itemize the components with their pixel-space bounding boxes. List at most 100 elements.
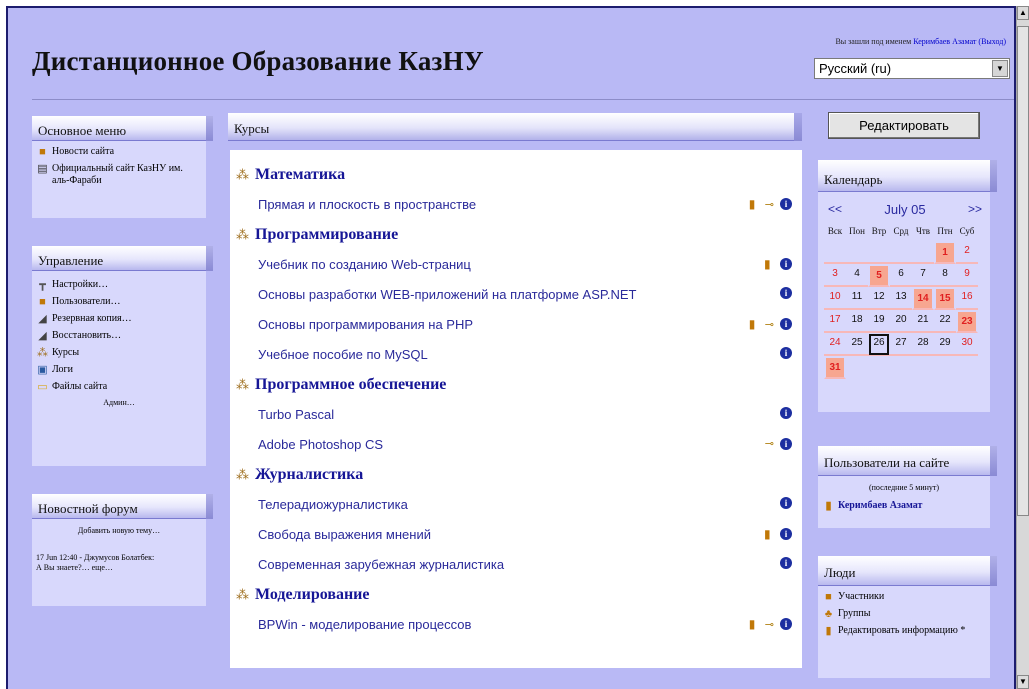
calendar-empty-cell [824,241,846,264]
calendar-day: 11 [846,287,868,310]
courses-header: Курсы [228,113,802,141]
info-icon[interactable]: i [780,287,792,299]
course-link[interactable]: Основы разработки WEB-приложений на плат… [258,287,636,302]
course-link[interactable]: Современная зарубежная журналистика [258,557,504,572]
people-item-participants[interactable]: ■ Участники [822,591,986,603]
course-category[interactable]: ⁂ Моделирование [236,586,370,604]
admin-item-courses[interactable]: ⁂ Курсы [36,347,202,359]
teacher-icon[interactable]: ▮ [764,257,774,271]
calendar-day: 9 [956,264,978,287]
admin-item-restore[interactable]: ◢ Восстановить… [36,330,202,342]
logout-link[interactable]: (Выход) [978,37,1006,46]
calendar-day: 6 [890,264,912,287]
info-icon[interactable]: i [780,347,792,359]
login-info: Вы зашли под именем Керимбаев Азамат (Вы… [835,37,1006,46]
info-icon[interactable]: i [780,557,792,569]
calendar-day[interactable]: 23 [956,310,978,333]
scroll-down-icon[interactable]: ▼ [1017,675,1029,689]
calendar-day[interactable]: 1 [934,241,956,264]
calendar-day[interactable]: 31 [824,356,846,379]
courses-icon: ⁂ [37,347,48,359]
teacher-icon[interactable]: ▮ [749,617,759,631]
calendar-day: 22 [934,310,956,333]
category-name[interactable]: Моделирование [255,586,370,603]
calendar-weekday: Птн [937,226,953,236]
people-item-groups[interactable]: ♣ Группы [822,608,986,620]
course-category[interactable]: ⁂ Программное обеспечение [236,376,446,394]
category-icon: ⁂ [236,467,249,482]
course-link[interactable]: Turbo Pascal [258,407,334,422]
calendar-day: 28 [912,333,934,356]
category-name[interactable]: Журналистика [255,466,363,483]
menu-item-official-site[interactable]: ▤ Официальный сайт КазНУ им. аль-Фараби [36,163,202,187]
vertical-scrollbar[interactable]: ▲ ▼ [1016,6,1029,689]
calendar-weekday: Чтв [915,226,931,236]
menu-item-news[interactable]: ■ Новости сайта [36,146,202,158]
info-icon[interactable]: i [780,497,792,509]
admin-item-files[interactable]: ▭ Файлы сайта [36,381,202,393]
login-user-link[interactable]: Керимбаев Азамат [913,37,976,46]
site-title: Дистанционное Образование КазНУ [32,46,484,76]
calendar-today: 26 [868,333,890,356]
teacher-icon[interactable]: ▮ [749,317,759,331]
teacher-icon[interactable]: ▮ [764,527,774,541]
calendar-day[interactable]: 15 [934,287,956,310]
forum-post-text[interactable]: А Вы знаете?… еще… [36,563,202,573]
calendar-next-link[interactable]: >> [968,202,982,217]
admin-item-settings[interactable]: ┳ Настройки… [36,279,202,291]
course-link[interactable]: Основы программирования на PHP [258,317,473,332]
calendar-prev-link[interactable]: << [828,202,842,217]
course-category[interactable]: ⁂ Журналистика [236,466,363,484]
key-icon[interactable]: ⊸ [765,318,774,331]
category-icon: ⁂ [236,227,249,242]
scroll-up-icon[interactable]: ▲ [1017,6,1029,20]
restore-icon: ◢ [38,330,47,342]
calendar-month[interactable]: July 05 [884,202,925,217]
key-icon[interactable]: ⊸ [765,437,774,450]
key-icon[interactable]: ⊸ [765,618,774,631]
admin-item-backup[interactable]: ◢ Резервная копия… [36,313,202,325]
category-icon: ⁂ [236,167,249,182]
info-icon[interactable]: i [780,618,792,630]
teacher-icon[interactable]: ▮ [749,197,759,211]
course-link[interactable]: Adobe Photoshop CS [258,437,383,452]
language-select[interactable]: Русский (ru) ▼ [814,58,1010,79]
category-name[interactable]: Математика [255,166,345,183]
calendar-weekday: Втр [871,226,887,236]
course-link[interactable]: Прямая и плоскость в пространстве [258,197,476,212]
info-icon[interactable]: i [780,258,792,270]
calendar-day[interactable]: 14 [912,287,934,310]
info-icon[interactable]: i [780,198,792,210]
category-name[interactable]: Программирование [255,226,398,243]
course-link[interactable]: Свобода выражения мнений [258,527,431,542]
calendar-header: Календарь [818,160,997,192]
online-user-item[interactable]: ▮ Керимбаев Азамат [822,500,986,512]
info-icon[interactable]: i [780,407,792,419]
calendar-day: 19 [868,310,890,333]
course-category[interactable]: ⁂ Математика [236,166,345,184]
admin-item-users[interactable]: ■ Пользователи… [36,296,202,308]
key-icon[interactable]: ⊸ [765,198,774,211]
chevron-down-icon[interactable]: ▼ [992,60,1008,77]
course-category[interactable]: ⁂ Программирование [236,226,398,244]
course-link[interactable]: Учебное пособие по MySQL [258,347,428,362]
course-link[interactable]: BPWin - моделирование процессов [258,617,471,632]
calendar-day: 13 [890,287,912,310]
add-topic-link[interactable]: Добавить новую тему… [36,526,202,535]
info-icon[interactable]: i [780,437,792,450]
category-name[interactable]: Программное обеспечение [255,376,446,393]
calendar-day[interactable]: 5 [868,264,890,287]
calendar-day: 16 [956,287,978,310]
admin-more-link[interactable]: Админ… [36,398,202,407]
calendar-block: Календарь << July 05 >> Вск Пон Втр Срд Чтв П… [818,160,997,412]
scroll-thumb[interactable] [1017,26,1029,516]
info-icon[interactable]: i [780,528,792,540]
admin-item-logs[interactable]: ▣ Логи [36,364,202,376]
course-link[interactable]: Учебник по созданию Web-страниц [258,257,471,272]
calendar-day: 30 [956,333,978,356]
people-item-edit-profile[interactable]: ▮ Редактировать информацию * [822,625,986,637]
edit-button[interactable]: Редактировать [828,112,980,139]
participants-icon: ■ [825,591,832,603]
course-link[interactable]: Телерадиожурналистика [258,497,408,512]
info-icon[interactable]: i [780,318,792,330]
